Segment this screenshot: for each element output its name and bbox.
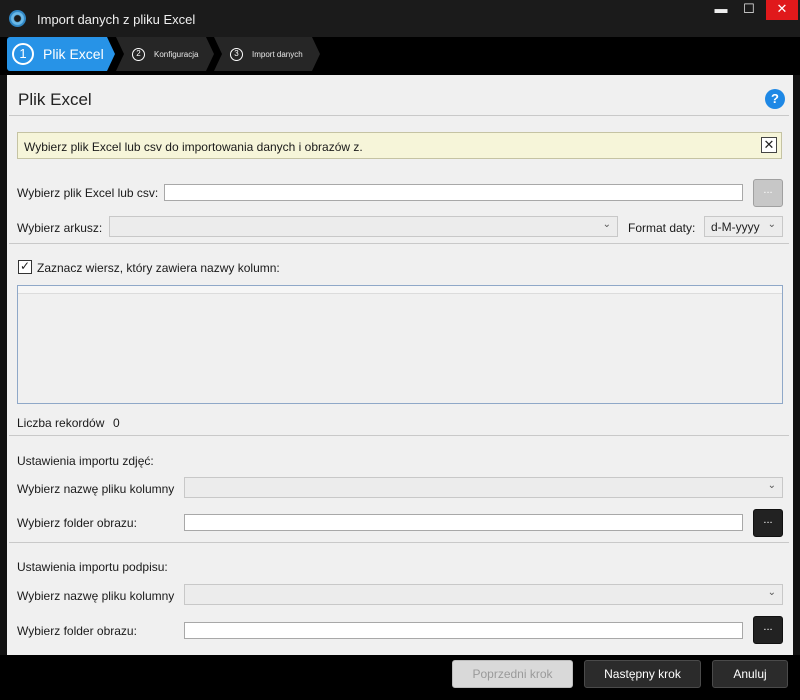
photo-folder-label: Wybierz folder obrazu: — [17, 516, 137, 530]
step-label: Plik Excel — [43, 46, 104, 62]
banner-text: Wybierz plik Excel lub csv do importowan… — [24, 140, 363, 154]
date-format-label: Format daty: — [628, 221, 696, 235]
grid-header — [18, 286, 782, 294]
records-label: Liczba rekordów — [17, 416, 105, 430]
date-format-select[interactable]: d-M-yyyy ⌄ — [704, 216, 783, 237]
step-number: 2 — [132, 47, 145, 61]
signature-column-select[interactable]: ⌄ — [184, 584, 783, 605]
next-step-button[interactable]: Następny krok — [584, 660, 701, 688]
step-label: Konfiguracja — [154, 49, 199, 59]
footer-bar: Poprzedni krok Następny krok Anuluj — [0, 655, 800, 700]
sheet-label: Wybierz arkusz: — [17, 221, 103, 235]
cancel-button[interactable]: Anuluj — [712, 660, 788, 688]
chevron-down-icon: ⌄ — [602, 219, 611, 230]
divider — [9, 542, 789, 543]
signature-import-title: Ustawienia importu podpisu: — [17, 560, 168, 574]
info-banner: Wybierz plik Excel lub csv do importowan… — [17, 132, 782, 159]
app-logo-icon — [9, 10, 26, 27]
header-row-label: Zaznacz wiersz, który zawiera nazwy kolu… — [37, 261, 280, 275]
file-label: Wybierz plik Excel lub csv: — [17, 186, 159, 200]
browse-file-button[interactable]: ... — [753, 179, 783, 207]
help-icon[interactable]: ? — [765, 89, 785, 109]
page-title: Plik Excel — [18, 90, 92, 109]
signature-folder-label: Wybierz folder obrazu: — [17, 624, 137, 638]
browse-signature-folder-button[interactable]: ... — [753, 616, 783, 644]
chevron-down-icon: ⌄ — [767, 587, 776, 598]
step-label: Import danych — [252, 49, 303, 59]
wizard-steps: 1 Plik Excel 2 Konfiguracja 3 Import dan… — [0, 37, 800, 75]
header-row-checkbox[interactable]: ✓ — [18, 260, 32, 274]
window-title: Import danych z pliku Excel — [37, 12, 196, 27]
step-import-danych[interactable]: 3 Import danych — [214, 37, 320, 71]
file-path-field[interactable] — [164, 184, 743, 201]
close-window-button[interactable]: ✕ — [766, 0, 798, 20]
divider — [9, 435, 789, 436]
date-format-value: d-M-yyyy — [711, 220, 760, 234]
sheet-select[interactable]: ⌄ — [109, 216, 618, 237]
divider — [9, 115, 789, 116]
photo-folder-field[interactable] — [184, 514, 743, 531]
chevron-down-icon: ⌄ — [767, 480, 776, 491]
photo-import-title: Ustawienia importu zdjęć: — [17, 454, 154, 468]
banner-close-button[interactable]: ✕ — [761, 137, 777, 153]
chevron-down-icon: ⌄ — [767, 219, 776, 230]
step-konfiguracja[interactable]: 2 Konfiguracja — [116, 37, 214, 71]
signature-column-label: Wybierz nazwę pliku kolumny — [17, 589, 175, 603]
browse-photo-folder-button[interactable]: ... — [753, 509, 783, 537]
previous-step-button[interactable]: Poprzedni krok — [452, 660, 573, 688]
minimize-button[interactable]: ▬ — [708, 0, 734, 20]
maximize-button[interactable]: ☐ — [736, 0, 762, 20]
step-number: 1 — [12, 43, 34, 65]
divider — [9, 243, 789, 244]
photo-column-select[interactable]: ⌄ — [184, 477, 783, 498]
records-count: 0 — [113, 416, 120, 430]
preview-grid[interactable] — [17, 285, 783, 404]
step-number: 3 — [230, 47, 243, 61]
signature-folder-field[interactable] — [184, 622, 743, 639]
photo-column-label: Wybierz nazwę pliku kolumny — [17, 482, 175, 496]
step-plik-excel[interactable]: 1 Plik Excel — [7, 37, 115, 71]
content-panel: Plik Excel ? Wybierz plik Excel lub csv … — [7, 75, 793, 655]
title-bar: Import danych z pliku Excel ▬ ☐ ✕ — [0, 0, 800, 37]
